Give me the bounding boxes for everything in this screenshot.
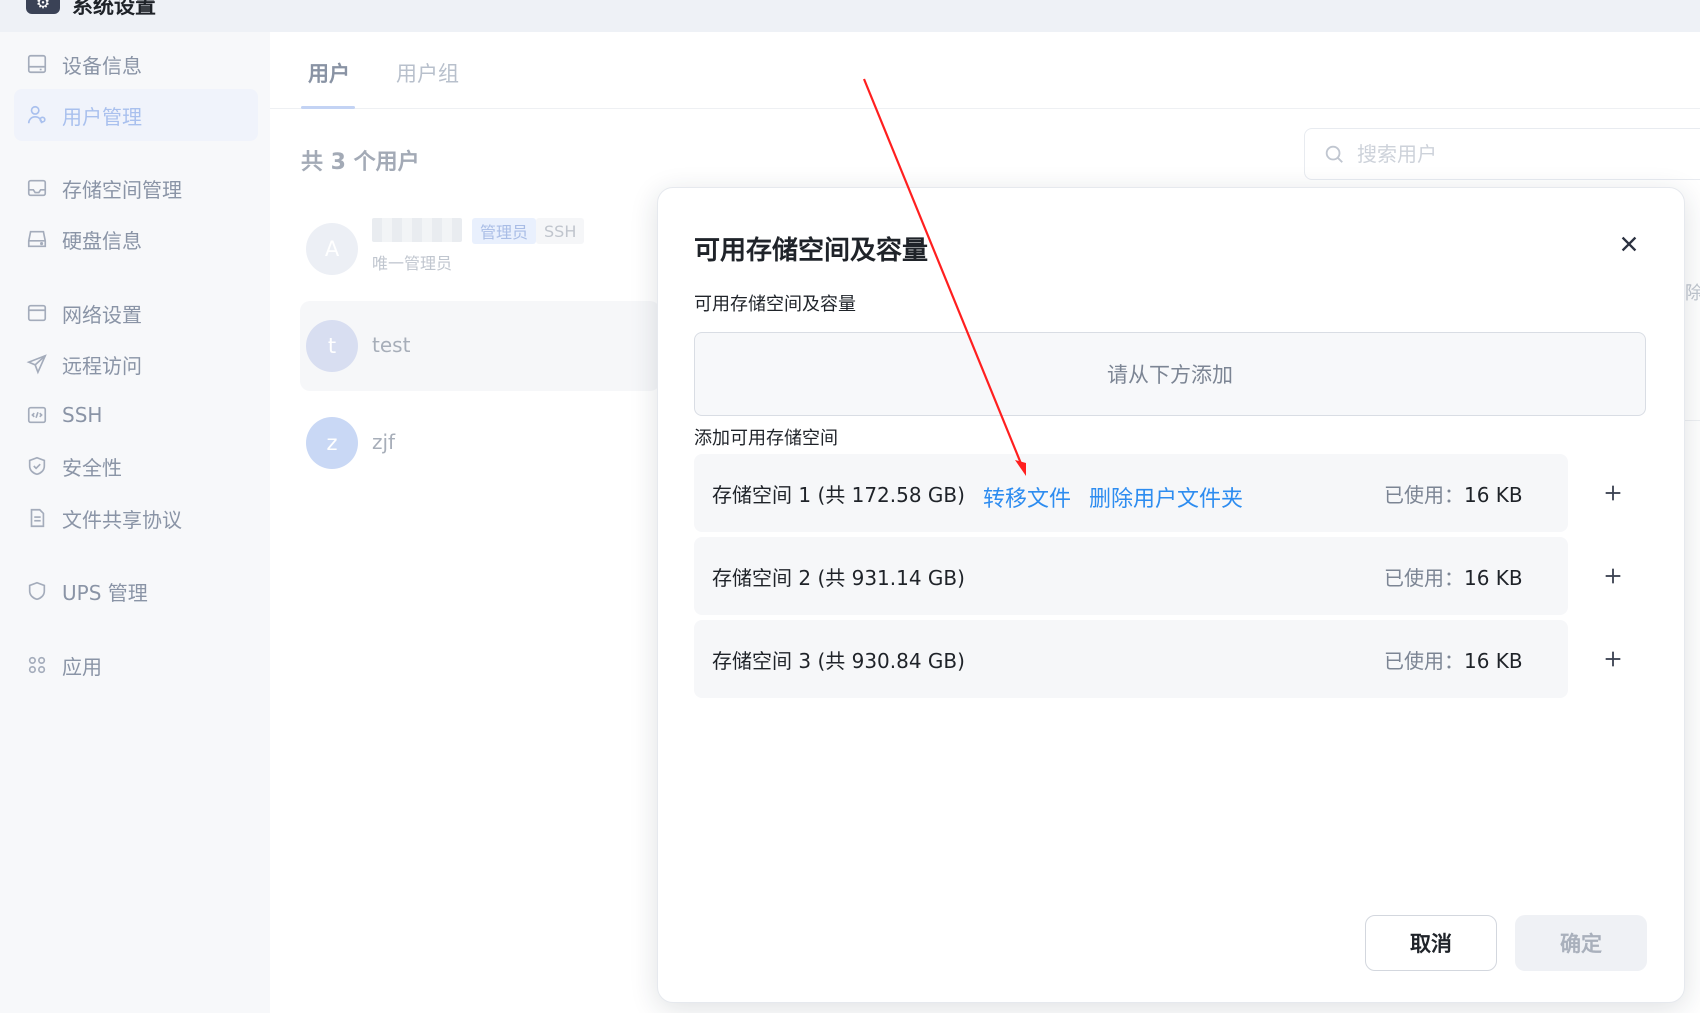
- sidebar-item-label: 应用: [62, 654, 102, 679]
- selected-storage-zone: 请从下方添加: [694, 332, 1646, 416]
- avatar: z: [306, 417, 358, 469]
- sidebar-item-network[interactable]: 网络设置: [14, 287, 258, 339]
- tab-users[interactable]: 用户: [308, 58, 350, 88]
- user-icon: [26, 104, 48, 126]
- sidebar-item-user-management[interactable]: 用户管理: [14, 89, 258, 141]
- storage-icon: [26, 177, 48, 199]
- search-input[interactable]: [1357, 142, 1657, 166]
- cancel-button[interactable]: 取消: [1365, 915, 1497, 971]
- sidebar: 设备信息 用户管理 存储空间管理 硬盘信息 网络设置 远程访问 SSH 安全性 …: [0, 32, 270, 1013]
- send-icon: [26, 353, 48, 375]
- user-name: test: [372, 333, 411, 357]
- storage-used: 已使用：16 KB: [1384, 648, 1523, 673]
- storage-used: 已使用：16 KB: [1384, 565, 1523, 590]
- add-storage-3-button[interactable]: [1598, 644, 1628, 674]
- add-storage-2-button[interactable]: [1598, 561, 1628, 591]
- sidebar-item-label: 远程访问: [62, 353, 142, 378]
- storage-item-1: 存储空间 1 (共 172.58 GB) 转移文件 删除用户文件夹 已使用：16…: [694, 454, 1568, 532]
- user-subtitle: 唯一管理员: [372, 254, 453, 273]
- monitor-icon: [26, 53, 48, 75]
- sidebar-item-ups[interactable]: UPS 管理: [14, 565, 258, 617]
- sidebar-item-label: UPS 管理: [62, 580, 148, 605]
- search-icon: [1323, 143, 1345, 165]
- user-name: zjf: [372, 430, 396, 454]
- user-row-zjf[interactable]: z zjf: [300, 398, 660, 488]
- transfer-files-link[interactable]: 转移文件: [983, 481, 1071, 513]
- tab-bar: 用户 用户组: [270, 32, 1700, 109]
- disk-icon: [26, 228, 48, 250]
- sidebar-item-storage-management[interactable]: 存储空间管理: [14, 162, 258, 214]
- sidebar-item-label: SSH: [62, 403, 103, 427]
- sidebar-item-label: 网络设置: [62, 302, 142, 327]
- storage-item-2: 存储空间 2 (共 931.14 GB) 已使用：16 KB: [694, 537, 1568, 615]
- sidebar-item-label: 存储空间管理: [62, 177, 182, 202]
- close-icon: [1621, 236, 1637, 252]
- user-row-test[interactable]: t test: [300, 301, 660, 391]
- sidebar-item-label: 文件共享协议: [62, 507, 182, 532]
- delete-user-folder-link[interactable]: 删除用户文件夹: [1089, 481, 1243, 513]
- storage-used: 已使用：16 KB: [1384, 482, 1523, 507]
- sidebar-item-label: 安全性: [62, 455, 122, 480]
- search-box[interactable]: [1304, 128, 1700, 180]
- plus-icon: [1605, 568, 1621, 584]
- confirm-button[interactable]: 确定: [1515, 915, 1647, 971]
- sidebar-item-label: 硬盘信息: [62, 228, 142, 253]
- gear-icon: ⚙: [26, 0, 60, 14]
- plus-icon: [1605, 485, 1621, 501]
- sidebar-item-security[interactable]: 安全性: [14, 440, 258, 492]
- storage-name: 存储空间 1 (共 172.58 GB): [712, 482, 965, 507]
- section-label-add: 添加可用存储空间: [694, 428, 838, 449]
- storage-name: 存储空间 3 (共 930.84 GB): [712, 648, 965, 673]
- shield-check-icon: [26, 455, 48, 477]
- storage-name: 存储空间 2 (共 931.14 GB): [712, 565, 965, 590]
- sidebar-item-ssh[interactable]: SSH: [14, 389, 258, 441]
- user-row-admin[interactable]: A 管理员 SSH 唯一管理员: [300, 204, 660, 294]
- sidebar-item-remote-access[interactable]: 远程访问: [14, 338, 258, 390]
- sidebar-item-device-info[interactable]: 设备信息: [14, 38, 258, 90]
- edge-text: 除: [1685, 283, 1700, 304]
- tab-user-groups[interactable]: 用户组: [396, 58, 459, 88]
- user-count: 共 3 个用户: [301, 150, 420, 175]
- avatar: t: [306, 320, 358, 372]
- network-icon: [26, 302, 48, 324]
- sidebar-item-label: 用户管理: [62, 104, 142, 129]
- dialog-title: 可用存储空间及容量: [694, 236, 929, 266]
- document-icon: [26, 507, 48, 529]
- storage-dialog: 可用存储空间及容量 可用存储空间及容量 请从下方添加 添加可用存储空间 存储空间…: [657, 187, 1685, 1003]
- sidebar-item-label: 设备信息: [62, 53, 142, 78]
- avatar: A: [306, 223, 358, 275]
- tab-active-indicator: [301, 106, 355, 109]
- close-button[interactable]: [1615, 230, 1643, 258]
- window-titlebar: ⚙ 系统设置: [0, 0, 1700, 32]
- admin-badge: 管理员: [472, 218, 537, 244]
- user-name-redacted: [372, 218, 462, 242]
- shield-icon: [26, 580, 48, 602]
- ssh-badge: SSH: [536, 218, 585, 244]
- apps-icon: [26, 654, 48, 676]
- window-title: 系统设置: [72, 0, 156, 18]
- sidebar-item-file-sharing[interactable]: 文件共享协议: [14, 492, 258, 544]
- section-label-available: 可用存储空间及容量: [694, 294, 856, 315]
- dropzone-hint: 请从下方添加: [1107, 363, 1233, 387]
- plus-icon: [1605, 651, 1621, 667]
- add-storage-1-button[interactable]: [1598, 478, 1628, 508]
- sidebar-item-disk-info[interactable]: 硬盘信息: [14, 213, 258, 265]
- code-icon: [26, 404, 48, 426]
- sidebar-item-apps[interactable]: 应用: [14, 639, 258, 691]
- storage-item-3: 存储空间 3 (共 930.84 GB) 已使用：16 KB: [694, 620, 1568, 698]
